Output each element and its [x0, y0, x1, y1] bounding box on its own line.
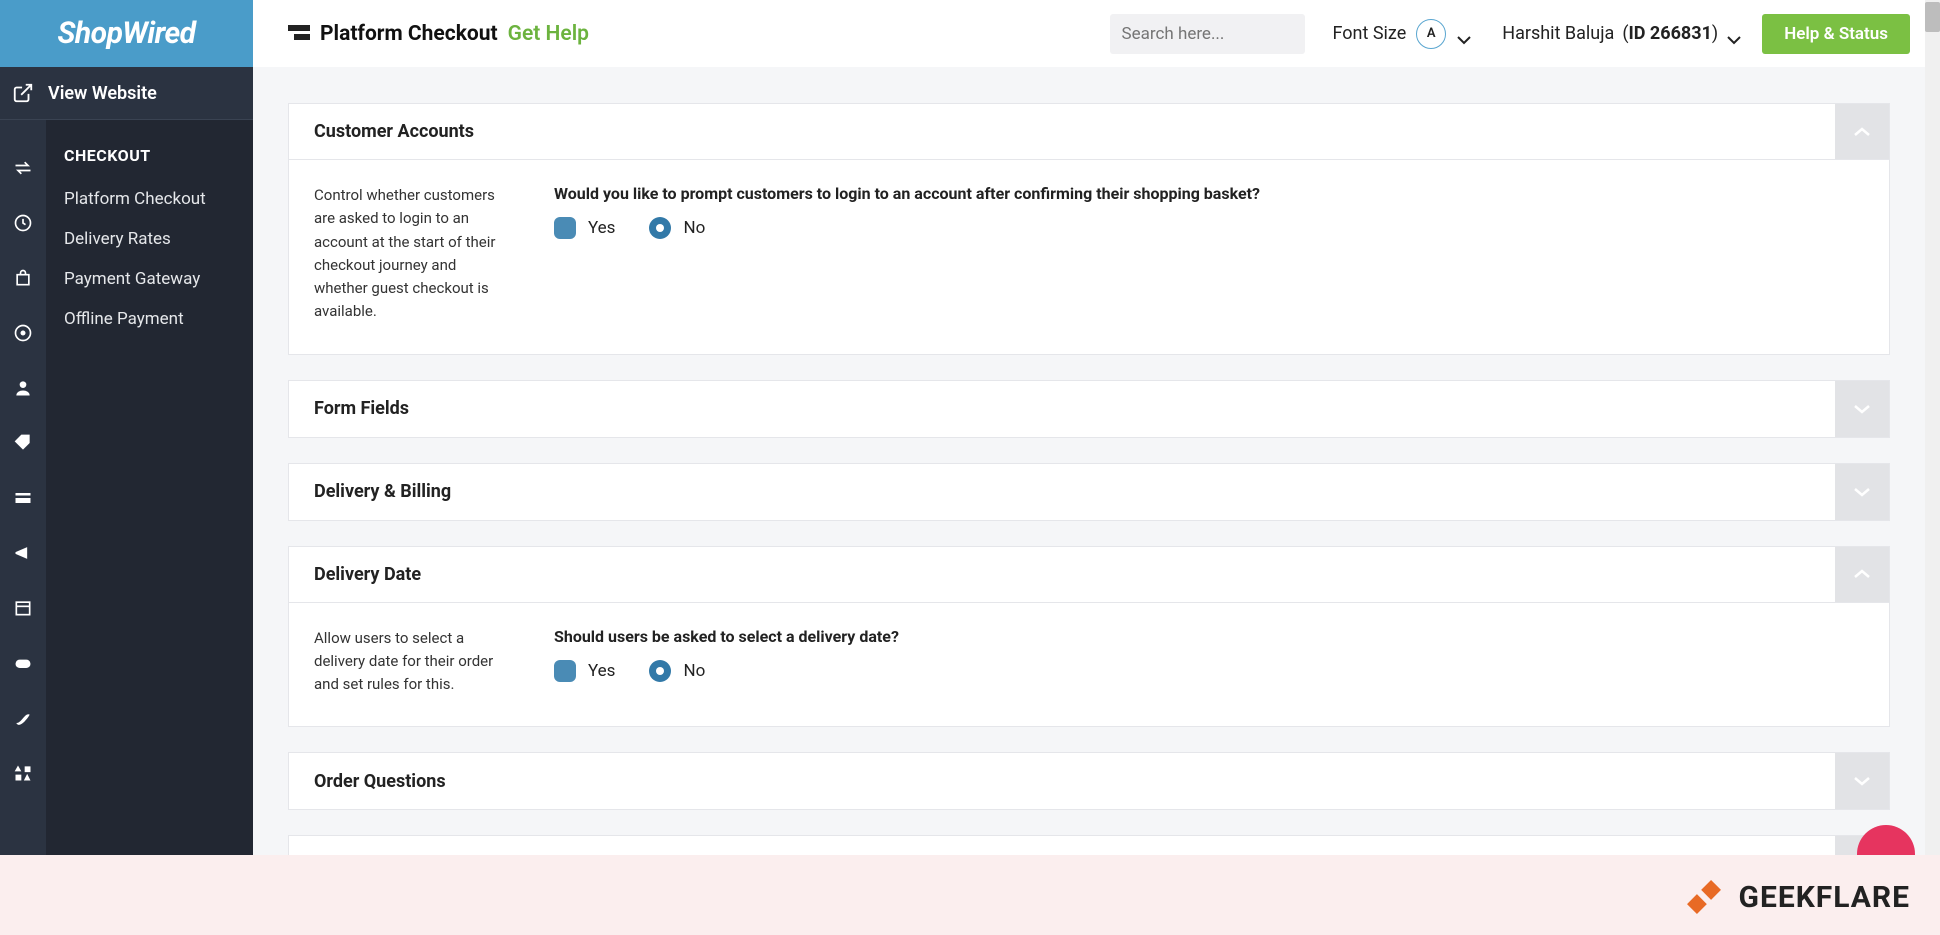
panel-description: Control whether customers are asked to l…	[314, 184, 504, 324]
radio-yes[interactable]: Yes	[554, 660, 615, 682]
footer: GEEKFLARE	[0, 855, 1940, 935]
chevron-up-icon	[1852, 568, 1872, 580]
help-status-button[interactable]: Help & Status	[1762, 14, 1910, 54]
view-website-label: View Website	[48, 83, 157, 104]
search-box[interactable]	[1110, 14, 1305, 54]
search-input[interactable]	[1122, 24, 1344, 44]
panel-body: Control whether customers are asked to l…	[289, 160, 1889, 354]
rail-megaphone-icon[interactable]	[0, 525, 46, 580]
submenu-heading: CHECKOUT	[46, 138, 253, 179]
rail-brush-icon[interactable]	[0, 690, 46, 745]
font-size-control[interactable]: Font Size A	[1333, 19, 1473, 49]
external-link-icon	[12, 82, 34, 104]
expand-button[interactable]	[1835, 464, 1889, 520]
watermark-text: GEEKFLARE	[1739, 880, 1911, 915]
radio-group: Yes No	[554, 660, 1864, 682]
page-icon	[288, 25, 310, 43]
icon-rail	[0, 120, 46, 855]
watermark: GEEKFLARE	[1681, 874, 1911, 920]
scrollbar-thumb[interactable]	[1925, 2, 1940, 32]
question-text: Should users be asked to select a delive…	[554, 627, 1864, 646]
brand-logo[interactable]: ShopWired	[0, 0, 253, 67]
panel-customer-accounts: Customer Accounts Control whether custom…	[288, 103, 1890, 355]
expand-button[interactable]	[1835, 753, 1889, 809]
rail-clock-icon[interactable]	[0, 195, 46, 250]
page-title: Platform Checkout	[320, 22, 498, 46]
panel-title: Delivery & Billing	[314, 481, 451, 502]
panel-header-order-questions[interactable]: Order Questions	[289, 753, 1889, 809]
submenu: CHECKOUT Platform Checkout Delivery Rate…	[46, 120, 253, 855]
radio-label: Yes	[588, 661, 615, 681]
panel-header-delivery-date[interactable]: Delivery Date	[289, 547, 1889, 603]
chevron-down-icon[interactable]	[1456, 29, 1472, 39]
question-text: Would you like to prompt customers to lo…	[554, 184, 1864, 203]
panel-header-instruction-text[interactable]: Instruction Text	[289, 836, 1889, 855]
chevron-down-icon	[1852, 486, 1872, 498]
radio-no[interactable]: No	[649, 217, 705, 239]
chevron-down-icon	[1852, 775, 1872, 787]
radio-yes[interactable]: Yes	[554, 217, 615, 239]
rail-game-icon[interactable]	[0, 635, 46, 690]
submenu-item-offline-payment[interactable]: Offline Payment	[46, 299, 253, 339]
brand-text: ShopWired	[57, 16, 195, 51]
user-name: Harshit Baluja	[1502, 23, 1614, 44]
rail-user-icon[interactable]	[0, 360, 46, 415]
submenu-item-delivery-rates[interactable]: Delivery Rates	[46, 219, 253, 259]
panel-controls: Should users be asked to select a delive…	[554, 627, 1864, 697]
submenu-item-platform-checkout[interactable]: Platform Checkout	[46, 179, 253, 219]
submenu-item-payment-gateway[interactable]: Payment Gateway	[46, 259, 253, 299]
font-size-label: Font Size	[1333, 23, 1407, 44]
font-size-value[interactable]: A	[1416, 19, 1446, 49]
rail-transfer-icon[interactable]	[0, 140, 46, 195]
rail-target-icon[interactable]	[0, 305, 46, 360]
rail-calendar-icon[interactable]	[0, 580, 46, 635]
user-menu[interactable]: Harshit Baluja (ID 266831)	[1502, 23, 1742, 44]
radio-group: Yes No	[554, 217, 1864, 239]
panel-header-delivery-billing[interactable]: Delivery & Billing	[289, 464, 1889, 520]
radio-dot-icon	[649, 217, 671, 239]
scrollbar-track[interactable]	[1925, 0, 1940, 935]
radio-dot-icon	[554, 660, 576, 682]
panel-controls: Would you like to prompt customers to lo…	[554, 184, 1864, 324]
chevron-down-icon[interactable]	[1726, 29, 1742, 39]
panel-title: Form Fields	[314, 398, 409, 419]
radio-dot-icon	[649, 660, 671, 682]
radio-label: No	[683, 218, 705, 238]
content-area: Customer Accounts Control whether custom…	[253, 67, 1925, 855]
panel-form-fields: Form Fields	[288, 380, 1890, 438]
radio-label: Yes	[588, 218, 615, 238]
panel-title: Order Questions	[314, 771, 446, 792]
expand-button[interactable]	[1835, 381, 1889, 437]
rail-bag-icon[interactable]	[0, 250, 46, 305]
collapse-button[interactable]	[1835, 104, 1889, 159]
panel-header-customer-accounts[interactable]: Customer Accounts	[289, 104, 1889, 160]
chevron-up-icon	[1852, 126, 1872, 138]
panel-delivery-date: Delivery Date Allow users to select a de…	[288, 546, 1890, 728]
panel-header-form-fields[interactable]: Form Fields	[289, 381, 1889, 437]
user-id: ID 266831	[1629, 23, 1712, 44]
panel-order-questions: Order Questions	[288, 752, 1890, 810]
rail-card-icon[interactable]	[0, 470, 46, 525]
panel-instruction-text: Instruction Text	[288, 835, 1890, 855]
geekflare-icon	[1681, 874, 1727, 920]
panel-body: Allow users to select a delivery date fo…	[289, 603, 1889, 727]
panel-title: Customer Accounts	[314, 121, 474, 142]
chevron-down-icon	[1852, 403, 1872, 415]
view-website-link[interactable]: View Website	[0, 67, 253, 120]
panel-title: Delivery Date	[314, 564, 421, 585]
radio-no[interactable]: No	[649, 660, 705, 682]
panel-delivery-billing: Delivery & Billing	[288, 463, 1890, 521]
radio-dot-icon	[554, 217, 576, 239]
get-help-link[interactable]: Get Help	[508, 22, 589, 46]
rail-tag-icon[interactable]	[0, 415, 46, 470]
radio-label: No	[683, 661, 705, 681]
rail-apps-icon[interactable]	[0, 745, 46, 800]
page-title-wrap: Platform Checkout Get Help	[288, 22, 589, 46]
panel-description: Allow users to select a delivery date fo…	[314, 627, 504, 697]
collapse-button[interactable]	[1835, 547, 1889, 602]
top-bar: Platform Checkout Get Help Font Size A H…	[253, 0, 1925, 67]
